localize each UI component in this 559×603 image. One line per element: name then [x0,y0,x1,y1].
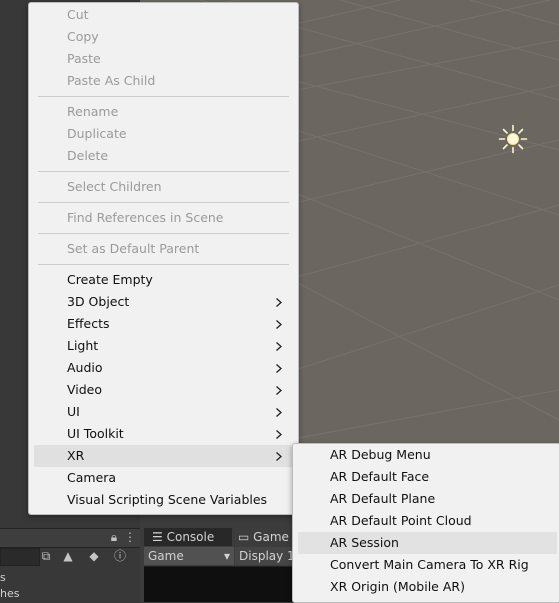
menu-item-label: UI Toolkit [67,426,124,441]
menu-item-select-children: Select Children [67,179,162,194]
menu-separator [38,233,289,234]
game-view-label: Game [148,549,184,563]
submenu-item-ar-default-plane[interactable]: AR Default Plane [298,488,557,510]
menu-item-visual-scripting-scene-variables[interactable]: Visual Scripting Scene Variables [34,489,293,511]
menu-item-audio[interactable]: Audio [34,357,293,379]
submenu-item-ar-session[interactable]: AR Session [298,532,557,554]
menu-item-copy: Copy [67,29,99,44]
menu-item-create-empty[interactable]: Create Empty [34,269,293,291]
menu-item-xr[interactable]: XR [34,445,293,467]
menu-item-label: Video [67,382,103,397]
menu-item-duplicate: Duplicate [67,126,127,141]
menu-separator [38,202,289,203]
display-label: Display 1 [239,549,295,563]
menu-separator [38,171,289,172]
chevron-right-icon [275,401,283,423]
menu-item-light[interactable]: Light [34,335,293,357]
console-icon: ☰ [152,530,163,544]
menu-item-delete: Delete [67,148,109,163]
chevron-right-icon [275,335,283,357]
menu-item-video[interactable]: Video [34,379,293,401]
menu-item-set-default-parent: Set as Default Parent [67,241,200,256]
chevron-right-icon [275,313,283,335]
menu-item-label: Light [67,338,99,353]
submenu-item-ar-debug-menu[interactable]: AR Debug Menu [298,444,557,466]
tab-console[interactable]: ☰ Console [146,528,220,546]
submenu-item-xr-origin-mobile-ar[interactable]: XR Origin (Mobile AR) [298,576,557,598]
list-item: s [0,571,6,584]
menu-item-label: Effects [67,316,110,331]
chevron-right-icon [275,445,283,467]
display-dropdown[interactable]: Display 1 [235,547,299,565]
menu-item-3d-object[interactable]: 3D Object [34,291,293,313]
menu-item-label: Visual Scripting Scene Variables [67,492,268,507]
xr-submenu: AR Debug Menu AR Default Face AR Default… [292,443,559,603]
chevron-right-icon [275,291,283,313]
context-menu: Cut Copy Paste Paste As Child Rename Dup… [28,2,299,515]
gamepad-icon: ▭ [238,530,250,544]
chevron-right-icon [275,357,283,379]
menu-item-cut: Cut [67,7,89,22]
tag-icon[interactable]: ◆ [86,548,102,564]
panel-toolbar: 🔒︎ ⋮ [0,529,140,548]
link-icon[interactable]: ⧉ [38,548,54,564]
menu-item-ui[interactable]: UI [34,401,293,423]
menu-item-label: Audio [67,360,103,375]
lock-icon[interactable]: 🔒︎ [106,529,122,545]
warning-icon[interactable]: ⓘ [112,548,128,564]
tab-game[interactable]: ▭ Game [232,528,295,546]
search-input[interactable] [0,548,40,566]
game-view-dropdown[interactable]: Game ▾ [144,547,234,565]
menu-item-paste-as-child: Paste As Child [67,73,156,88]
menu-item-label: 3D Object [67,294,130,309]
menu-separator [38,264,289,265]
submenu-item-convert-main-camera[interactable]: Convert Main Camera To XR Rig [298,554,557,576]
tab-game-label: Game [253,530,289,544]
menu-item-paste: Paste [67,51,101,66]
menu-item-label: UI [67,404,80,419]
chevron-right-icon [275,379,283,401]
menu-item-camera[interactable]: Camera [34,467,293,489]
menu-separator [38,96,289,97]
submenu-item-ar-default-point-cloud[interactable]: AR Default Point Cloud [298,510,557,532]
directional-light-icon[interactable] [498,124,528,154]
menu-item-label: Create Empty [67,272,153,287]
shapes-icon[interactable]: ▲ [60,548,76,564]
menu-item-effects[interactable]: Effects [34,313,293,335]
menu-item-ui-toolkit[interactable]: UI Toolkit [34,423,293,445]
submenu-item-ar-default-face[interactable]: AR Default Face [298,466,557,488]
list-item: hes [0,587,20,600]
menu-item-rename: Rename [67,104,119,119]
menu-item-label: Camera [67,470,117,485]
tab-console-label: Console [166,530,215,544]
dropdown-arrow-icon: ▾ [223,549,230,563]
menu-item-find-references: Find References in Scene [67,210,224,225]
menu-item-label: XR [67,448,85,463]
chevron-right-icon [275,423,283,445]
kebab-menu-icon[interactable]: ⋮ [122,529,138,545]
hierarchy-bottom-panel: 🔒︎ ⋮ ⧉ ▲ ◆ ⓘ s hes [0,528,140,603]
